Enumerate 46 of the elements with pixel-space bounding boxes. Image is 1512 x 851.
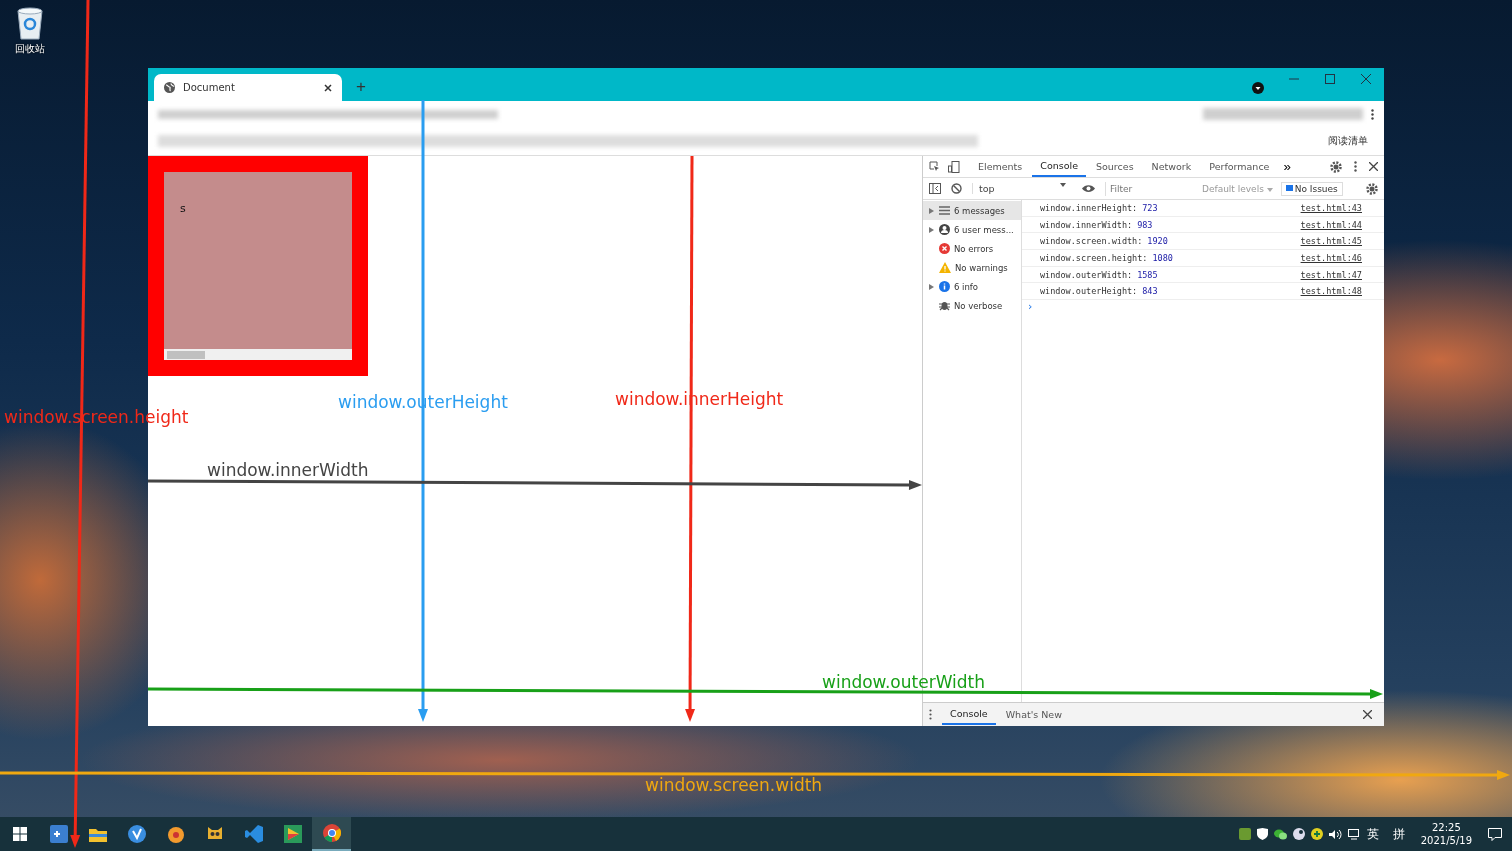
log-message: window.outerHeight: bbox=[1040, 286, 1138, 297]
console-filter-item[interactable]: No errors bbox=[923, 239, 1021, 258]
measure-label: window.innerWidth bbox=[207, 460, 369, 480]
drawer-tab[interactable]: What's New bbox=[997, 704, 1070, 725]
console-filter-item[interactable]: 6 info bbox=[923, 277, 1021, 296]
log-message: window.innerHeight: bbox=[1040, 202, 1138, 213]
console-prompt[interactable]: › bbox=[1022, 300, 1384, 314]
log-value: 1080 bbox=[1152, 252, 1173, 263]
reading-list-button[interactable]: 阅读清单 bbox=[1322, 133, 1374, 149]
measure-label: window.screen.width bbox=[645, 775, 823, 795]
measure-label: window.outerWidth bbox=[822, 672, 986, 692]
log-value: 1585 bbox=[1137, 269, 1158, 280]
devtools-tab[interactable]: Elements bbox=[970, 156, 1031, 177]
log-value: 723 bbox=[1142, 202, 1158, 213]
source-link[interactable]: test.html:48 bbox=[1300, 286, 1362, 297]
console-filter-item[interactable]: No verbose bbox=[923, 296, 1021, 315]
source-link[interactable]: test.html:43 bbox=[1300, 202, 1362, 213]
log-value: 843 bbox=[1142, 286, 1158, 297]
log-message: window.innerWidth: bbox=[1040, 219, 1133, 230]
log-message: window.screen.height: bbox=[1040, 252, 1148, 263]
source-link[interactable]: test.html:44 bbox=[1300, 219, 1362, 230]
console-filter-item[interactable]: 6 user mess... bbox=[923, 220, 1021, 239]
devtools-tab[interactable]: Sources bbox=[1088, 156, 1142, 177]
issues-button[interactable]: No Issues bbox=[1280, 181, 1343, 196]
devtools-tab[interactable]: Network bbox=[1143, 156, 1200, 177]
log-value: 983 bbox=[1137, 219, 1153, 230]
devtools-tab[interactable]: Console bbox=[1032, 156, 1086, 177]
log-message: window.outerWidth: bbox=[1040, 269, 1133, 280]
source-link[interactable]: test.html:45 bbox=[1300, 236, 1362, 247]
drawer-tab[interactable]: Console bbox=[942, 704, 996, 725]
devtools-tab[interactable]: Performance bbox=[1201, 156, 1278, 177]
console-filter-item[interactable]: 6 messages bbox=[923, 201, 1021, 220]
log-message: window.screen.width: bbox=[1040, 236, 1143, 247]
new-tab-button[interactable]: + bbox=[352, 77, 370, 97]
console-filter-item[interactable]: No warnings bbox=[923, 258, 1021, 277]
context-dropdown[interactable]: top bbox=[972, 183, 1072, 194]
more-tabs-button[interactable]: » bbox=[1279, 159, 1295, 174]
log-value: 1920 bbox=[1147, 236, 1168, 247]
box-text: s bbox=[179, 201, 187, 217]
browser-tab[interactable]: Document bbox=[154, 74, 342, 101]
input-mode[interactable]: 拼 bbox=[1392, 825, 1405, 843]
desktop-icon-label[interactable]: 回收站 bbox=[15, 42, 45, 56]
clock[interactable]: 22:25 2021/5/19 bbox=[1420, 821, 1472, 847]
input-language[interactable]: 英 bbox=[1366, 825, 1379, 843]
source-link[interactable]: test.html:47 bbox=[1300, 269, 1362, 280]
source-link[interactable]: test.html:46 bbox=[1300, 252, 1362, 263]
